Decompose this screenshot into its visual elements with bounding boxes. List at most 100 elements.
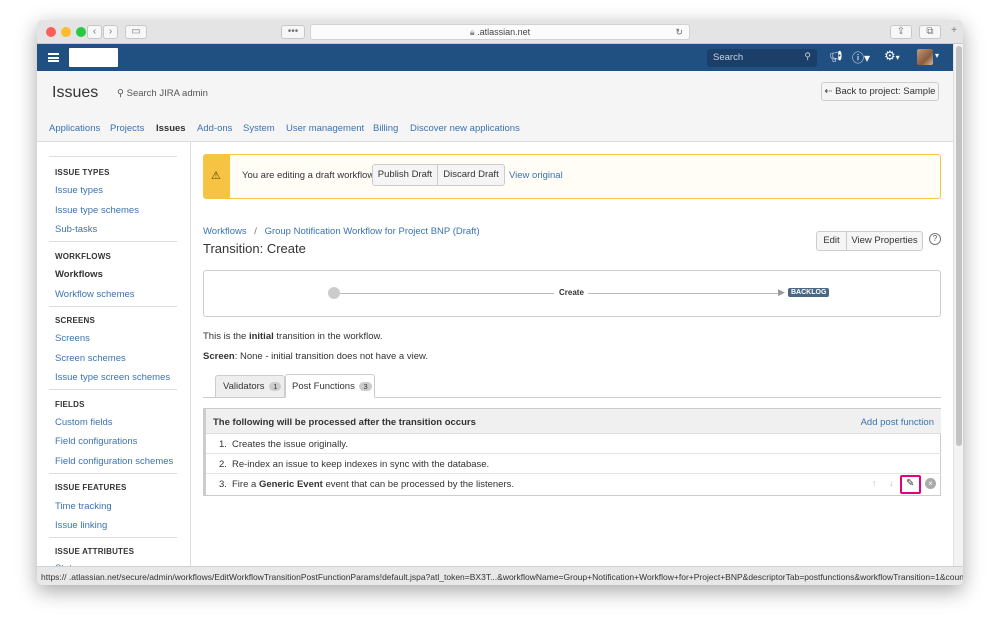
sidebar-item-workflows[interactable]: Workflows bbox=[55, 269, 103, 280]
breadcrumb: Workflows / Group Notification Workflow … bbox=[203, 226, 480, 237]
reload-icon[interactable]: ↻ bbox=[675, 25, 683, 39]
move-up-icon[interactable]: ↑ bbox=[872, 478, 877, 488]
browser-status-bar: https:// .atlassian.net/secure/admin/wor… bbox=[37, 566, 963, 585]
table-row: 2. Re-index an issue to keep indexes in … bbox=[206, 454, 941, 474]
post-functions-heading: The following will be processed after th… bbox=[213, 417, 476, 428]
search-input[interactable]: Search ⚲ bbox=[707, 49, 817, 67]
post-function-3-text: Fire a Generic Event event that can be p… bbox=[232, 479, 514, 490]
transition-label: Create bbox=[559, 288, 584, 297]
back-arrow-icon[interactable]: ‹ bbox=[87, 25, 102, 39]
discard-draft-button[interactable]: Discard Draft bbox=[437, 164, 505, 186]
page-heading: Issues bbox=[52, 84, 99, 101]
admin-tabs: Applications Projects Issues Add-ons Sys… bbox=[37, 115, 953, 142]
divider bbox=[49, 241, 177, 242]
edit-post-function-button[interactable]: ✎ bbox=[900, 475, 921, 494]
sidebar-item-issue-linking[interactable]: Issue linking bbox=[55, 520, 107, 531]
divider bbox=[49, 537, 177, 538]
tabs-overview-icon[interactable]: ••• bbox=[281, 25, 305, 39]
back-to-project-button[interactable]: ⇠ Back to project: Sample bbox=[821, 82, 939, 101]
add-post-function-link[interactable]: Add post function bbox=[861, 417, 934, 428]
sidebar-item-screen-schemes[interactable]: Screen schemes bbox=[55, 353, 126, 364]
transition-diagram: Create ▶ BACKLOG bbox=[203, 270, 941, 317]
forward-arrow-icon[interactable]: › bbox=[103, 25, 118, 39]
view-properties-button[interactable]: View Properties bbox=[846, 231, 923, 251]
browser-window: ‹ › ▭ ••• 🔒︎ .atlassian.net ↻ ⇪ ⧉ + Sear… bbox=[37, 20, 963, 585]
draft-warning-banner: ⚠ You are editing a draft workflow. Publ… bbox=[203, 154, 941, 199]
sidebar-item-field-configurations[interactable]: Field configurations bbox=[55, 436, 137, 447]
search-admin-link[interactable]: ⚲ Search JIRA admin bbox=[117, 88, 208, 99]
megaphone-icon[interactable]: 📢︎ bbox=[829, 50, 843, 63]
page-header: Issues ⚲ Search JIRA admin ⇠ Back to pro… bbox=[37, 71, 953, 115]
post-functions-header: The following will be processed after th… bbox=[206, 409, 941, 434]
sidebar-item-workflow-schemes[interactable]: Workflow schemes bbox=[55, 289, 135, 300]
main-content: ⚠ You are editing a draft workflow. Publ… bbox=[191, 142, 953, 566]
sidebar-toggle-icon[interactable]: ▭ bbox=[125, 25, 147, 39]
transition-line bbox=[340, 293, 554, 294]
move-down-icon[interactable]: ↓ bbox=[889, 478, 894, 488]
tab-post-functions[interactable]: Post Functions 3 bbox=[285, 374, 375, 398]
new-tab-icon[interactable]: ⧉ bbox=[919, 25, 941, 39]
table-row: 3. Fire a Generic Event event that can b… bbox=[206, 474, 941, 495]
screen-info: Screen: None - initial transition does n… bbox=[203, 351, 428, 362]
sidebar-section-fields: FIELDS bbox=[55, 400, 85, 409]
divider bbox=[49, 473, 177, 474]
post-functions-panel: The following will be processed after th… bbox=[203, 408, 941, 496]
post-functions-count-badge: 3 bbox=[359, 382, 372, 391]
menu-icon[interactable] bbox=[48, 53, 59, 62]
add-tab-icon[interactable]: + bbox=[947, 25, 961, 39]
sidebar-item-custom-fields[interactable]: Custom fields bbox=[55, 417, 113, 428]
page-scrollbar[interactable] bbox=[953, 44, 963, 566]
pencil-icon: ✎ bbox=[906, 478, 915, 489]
tab-add-ons[interactable]: Add-ons bbox=[197, 123, 232, 134]
sidebar-item-screens[interactable]: Screens bbox=[55, 333, 90, 344]
tab-billing[interactable]: Billing bbox=[373, 123, 398, 134]
search-icon: ⚲ bbox=[117, 88, 127, 99]
help-icon[interactable]: ⓘ▾ bbox=[852, 49, 870, 66]
transition-line bbox=[588, 293, 778, 294]
sidebar-item-sub-tasks[interactable]: Sub-tasks bbox=[55, 224, 97, 235]
view-original-link[interactable]: View original bbox=[509, 170, 563, 181]
tab-system[interactable]: System bbox=[243, 123, 275, 134]
warning-stripe: ⚠ bbox=[204, 155, 230, 198]
gear-icon[interactable]: ⚙▾ bbox=[884, 48, 900, 64]
status-backlog: BACKLOG bbox=[788, 288, 830, 297]
edit-button[interactable]: Edit bbox=[816, 231, 847, 251]
scrollbar-thumb[interactable] bbox=[956, 46, 962, 446]
share-icon[interactable]: ⇪ bbox=[890, 25, 912, 39]
sidebar-item-issue-type-screen-schemes[interactable]: Issue type screen schemes bbox=[55, 372, 170, 383]
sidebar-item-issue-type-schemes[interactable]: Issue type schemes bbox=[55, 205, 139, 216]
divider bbox=[49, 389, 177, 390]
sidebar-item-issue-types[interactable]: Issue types bbox=[55, 185, 103, 196]
close-window-button[interactable] bbox=[46, 27, 56, 37]
delete-icon[interactable]: × bbox=[925, 478, 936, 489]
tab-validators[interactable]: Validators 1 bbox=[215, 375, 285, 397]
browser-toolbar: ‹ › ▭ ••• 🔒︎ .atlassian.net ↻ ⇪ ⧉ + bbox=[37, 20, 963, 44]
breadcrumb-separator: / bbox=[254, 226, 257, 237]
sidebar-section-issue-features: ISSUE FEATURES bbox=[55, 483, 127, 492]
breadcrumb-workflows-link[interactable]: Workflows bbox=[203, 226, 247, 237]
publish-draft-button[interactable]: Publish Draft bbox=[372, 164, 438, 186]
address-bar[interactable]: 🔒︎ .atlassian.net ↻ bbox=[310, 24, 690, 40]
search-placeholder: Search bbox=[713, 52, 744, 63]
avatar[interactable] bbox=[917, 49, 933, 65]
zoom-window-button[interactable] bbox=[76, 27, 86, 37]
tab-user-management[interactable]: User management bbox=[286, 123, 364, 134]
tab-issues[interactable]: Issues bbox=[156, 123, 186, 134]
warning-icon: ⚠ bbox=[211, 170, 221, 182]
breadcrumb-workflow-link[interactable]: Group Notification Workflow for Project … bbox=[265, 226, 480, 237]
sidebar-section-issue-attributes: ISSUE ATTRIBUTES bbox=[55, 547, 135, 556]
avatar-chevron-down-icon[interactable]: ▾ bbox=[935, 51, 939, 60]
tab-projects[interactable]: Projects bbox=[110, 123, 144, 134]
minimize-window-button[interactable] bbox=[61, 27, 71, 37]
search-icon: ⚲ bbox=[804, 51, 811, 61]
help-icon[interactable]: ? bbox=[929, 233, 941, 245]
logo[interactable] bbox=[69, 48, 118, 67]
tab-applications[interactable]: Applications bbox=[49, 123, 100, 134]
validators-count-badge: 1 bbox=[269, 382, 282, 391]
top-navigation: Search ⚲ 📢︎ ⓘ▾ ⚙▾ ▾ bbox=[37, 44, 953, 71]
arrow-head-icon: ▶ bbox=[778, 287, 785, 297]
sidebar-item-field-configuration-schemes[interactable]: Field configuration schemes bbox=[55, 456, 173, 467]
sidebar-item-time-tracking[interactable]: Time tracking bbox=[55, 501, 112, 512]
tab-discover-applications[interactable]: Discover new applications bbox=[410, 123, 520, 134]
divider bbox=[49, 306, 177, 307]
